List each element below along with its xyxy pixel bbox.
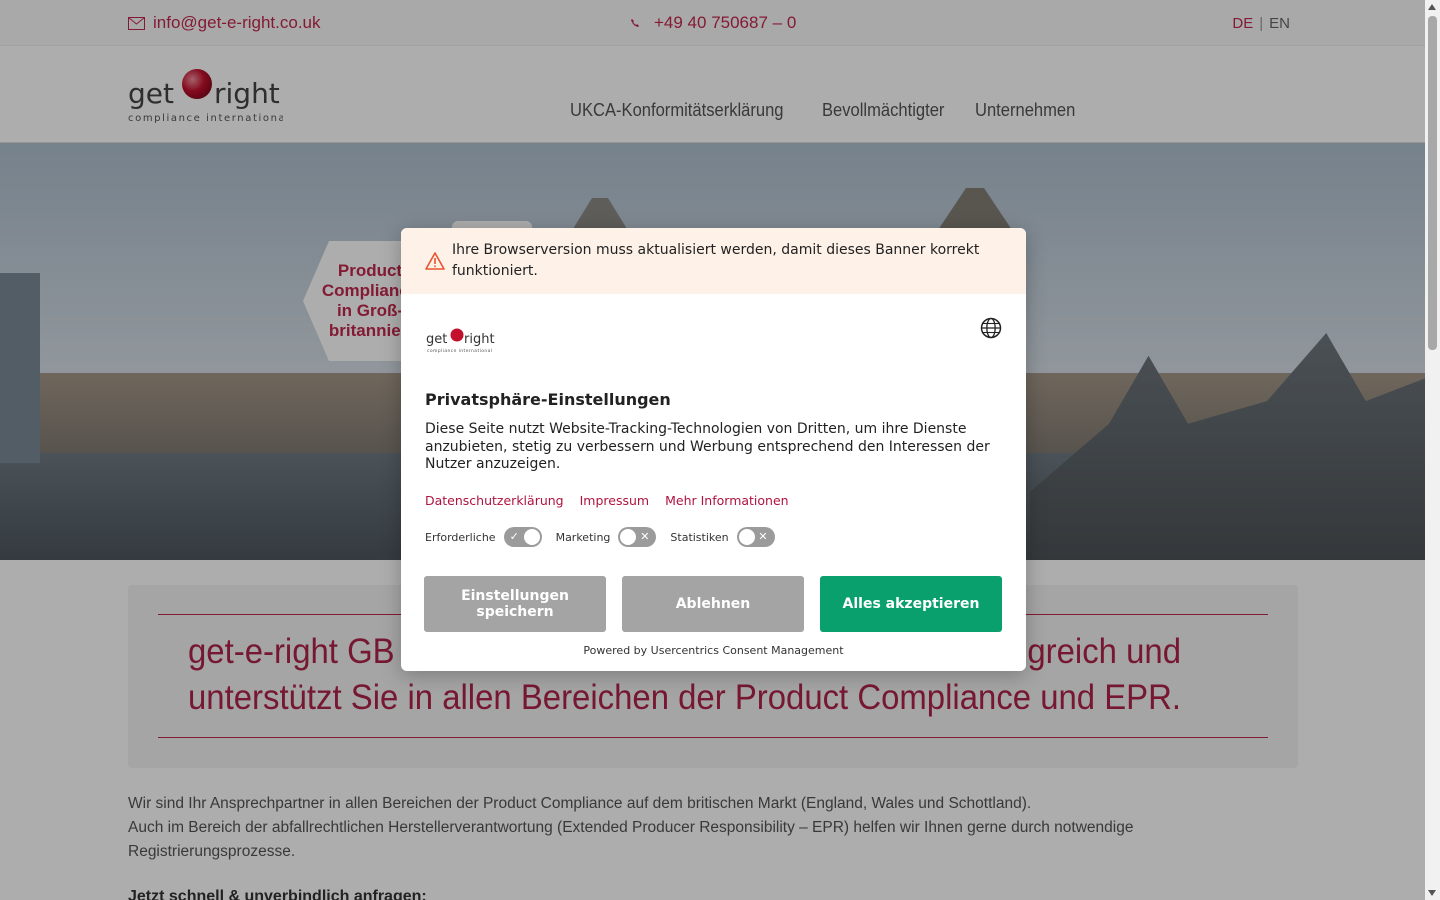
save-settings-button[interactable]: Einstellungen speichern — [424, 576, 606, 632]
consent-description: Diese Seite nutzt Website-Tracking-Techn… — [425, 421, 990, 472]
accept-all-button[interactable]: Alles akzeptieren — [820, 576, 1002, 632]
language-globe-icon[interactable] — [980, 317, 1002, 339]
svg-text:right: right — [464, 332, 495, 347]
category-label: Statistiken — [670, 530, 729, 544]
svg-text:compliance international: compliance international — [427, 348, 493, 354]
privacy-policy-link[interactable]: Datenschutzerklärung — [425, 493, 564, 508]
consent-categories: Erforderliche ✓ Marketing ✕ Statistiken … — [425, 527, 789, 547]
statistics-toggle[interactable]: ✕ — [736, 527, 775, 547]
consent-dialog: Ihre Browserversion muss aktualisiert we… — [401, 228, 1026, 671]
category-label: Erforderliche — [425, 530, 496, 544]
powered-by-link[interactable]: Powered by Usercentrics Consent Manageme… — [401, 644, 1026, 657]
scroll-down-icon[interactable] — [1428, 890, 1436, 896]
page: info@get-e-right.co.uk +49 40 750687 – 0… — [0, 0, 1425, 900]
warning-icon — [425, 252, 445, 270]
close-icon: ✕ — [640, 530, 650, 543]
consent-links: Datenschutzerklärung Impressum Mehr Info… — [425, 493, 789, 508]
more-info-link[interactable]: Mehr Informationen — [665, 493, 788, 508]
consent-logo: get right compliance international — [426, 328, 495, 354]
page-scrollbar[interactable] — [1425, 0, 1440, 900]
category-marketing: Marketing ✕ — [556, 527, 657, 547]
category-required: Erforderliche ✓ — [425, 527, 542, 547]
marketing-toggle[interactable]: ✕ — [618, 527, 657, 547]
category-label: Marketing — [555, 530, 611, 544]
scroll-up-icon[interactable] — [1428, 4, 1436, 10]
scrollbar-thumb[interactable] — [1428, 16, 1437, 350]
svg-text:get: get — [426, 332, 447, 347]
consent-title: Privatsphäre-Einstellungen — [425, 390, 671, 409]
close-icon: ✕ — [758, 530, 768, 543]
required-toggle[interactable]: ✓ — [503, 527, 542, 547]
deny-button[interactable]: Ablehnen — [622, 576, 804, 632]
check-icon: ✓ — [509, 530, 519, 543]
category-statistics: Statistiken ✕ — [670, 527, 775, 547]
imprint-link[interactable]: Impressum — [580, 493, 649, 508]
browser-warning: Ihre Browserversion muss aktualisiert we… — [401, 228, 1026, 294]
warning-text: Ihre Browserversion muss aktualisiert we… — [452, 242, 980, 279]
consent-buttons: Einstellungen speichern Ablehnen Alles a… — [424, 576, 1002, 632]
